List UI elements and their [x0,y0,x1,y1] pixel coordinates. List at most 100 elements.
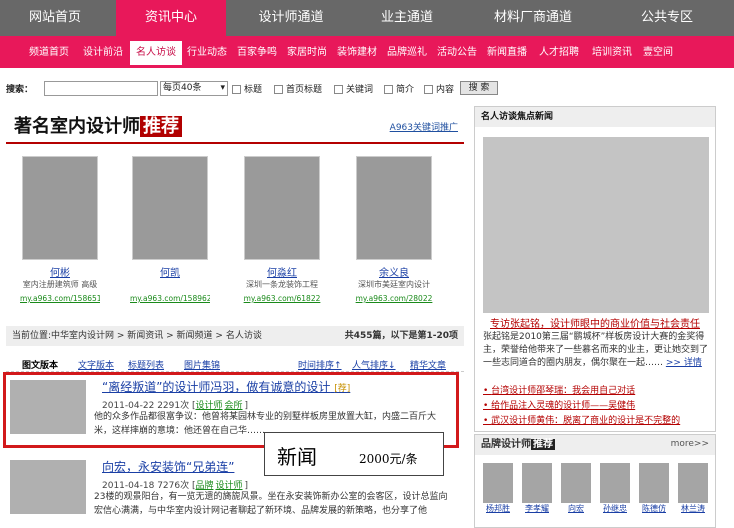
topnav-supplier[interactable]: 材料厂商通道 [468,0,598,36]
price-callout: 新闻 2000元/条 [264,432,444,476]
sub-navigation: 频道首页 设计前沿 名人访谈 行业动态 百家争鸣 家居时尚 装饰建材 品牌巡礼 … [0,36,734,68]
designer-name[interactable]: 何彬 [20,264,100,279]
designer-name[interactable]: 何淼红 [242,264,322,279]
opt-keyword-label: 关键词 [346,85,374,95]
subnav-one-space[interactable]: 壹空间 [638,44,678,62]
article-thumbnail[interactable] [10,460,86,514]
designer-card[interactable]: 余义良 深圳市美廷室内设计 my.a963.com/28022 [354,152,434,312]
designer-photo[interactable] [244,156,320,260]
designer-name[interactable]: 余义良 [354,264,434,279]
focus-link-text[interactable]: 台湾设计师邵琴瑞：我会用自己对话 [491,386,635,396]
brand-designer[interactable]: 向宏 [561,463,591,514]
designer-url[interactable]: my.a963.com/158651 [20,294,100,303]
tab-gallery[interactable]: 图片集锦 [184,358,220,371]
opt-summary-label: 简介 [396,85,415,95]
focus-title[interactable]: 专访张起铭，设计师眼中的商业价值与社会责任 [475,315,715,330]
subnav-recruit[interactable]: 人才招聘 [532,44,586,62]
article-title[interactable]: 向宏，永安装饰“兄弟连” [102,458,234,475]
focus-link[interactable]: • 武汉设计师黄伟：脱离了商业的设计是不完整的 [483,413,680,426]
focus-image[interactable] [483,137,709,313]
opt-home-title-label: 首页标题 [286,85,323,95]
subnav-design-frontier[interactable]: 设计前沿 [78,44,128,62]
opt-content-label: 内容 [436,85,455,95]
subnav-channel-home[interactable]: 频道首页 [24,44,74,62]
brand-designers-panel: 品牌设计师 推荐 more>> 杨邦胜 李孝耀 向宏 孙继忠 陈德仿 林兰涛 [474,434,716,528]
focus-header: 名人访谈焦点新闻 [475,107,715,127]
opt-title-label: 标题 [244,85,263,95]
brand-designer[interactable]: 李孝耀 [522,463,552,514]
featured-articles[interactable]: 精华文章 [410,358,446,371]
chevron-down-icon: ▾ [220,83,225,93]
designer-url[interactable]: my.a963.com/61822 [242,294,322,303]
designer-url[interactable]: my.a963.com/158962 [130,294,210,303]
brand-designer[interactable]: 陈德仿 [639,463,669,514]
breadcrumb[interactable]: 当前位置:中华室内设计网 > 新闻资讯 > 新闻频道 > 名人访谈 [12,326,262,346]
subnav-materials[interactable]: 装饰建材 [332,44,382,62]
avatar[interactable] [483,463,513,503]
brand-designer-name[interactable]: 杨邦胜 [483,503,513,514]
focus-link-text[interactable]: 给作品注入灵魂的设计师——吴健伟 [491,401,635,411]
brand-designer-name[interactable]: 向宏 [561,503,591,514]
focus-link[interactable]: • 台湾设计师邵琴瑞：我会用自己对话 [483,383,635,396]
tab-image-text[interactable]: 图文版本 [22,358,58,371]
search-button[interactable]: 搜 索 [460,81,498,95]
designer-url[interactable]: my.a963.com/28022 [354,294,434,303]
designer-card[interactable]: 何彬 室内注册建筑师 高级 my.a963.com/158651 [20,152,100,312]
brand-designer-name[interactable]: 孙继忠 [600,503,630,514]
designer-photo[interactable] [22,156,98,260]
designer-photo[interactable] [132,156,208,260]
more-link[interactable]: more>> [671,439,709,449]
brand-designer-name[interactable]: 李孝耀 [522,503,552,514]
topnav-news-center[interactable]: 资讯中心 [116,0,226,36]
focus-news-panel: 名人访谈焦点新闻 专访张起铭，设计师眼中的商业价值与社会责任 张起铭是2010第… [474,106,716,432]
topnav-designer[interactable]: 设计师通道 [236,0,346,36]
sort-time[interactable]: 时间排序↑ [298,358,342,371]
subnav-news-live[interactable]: 新闻直播 [482,44,532,62]
designer-photo[interactable] [356,156,432,260]
subnav-training[interactable]: 培训资讯 [586,44,638,62]
brand-designer[interactable]: 孙继忠 [600,463,630,514]
designer-card[interactable]: 何凯 my.a963.com/158962 [130,152,210,312]
focus-link-text[interactable]: 武汉设计师黄伟：脱离了商业的设计是不完整的 [491,416,680,426]
topnav-owner[interactable]: 业主通道 [352,0,462,36]
avatar[interactable] [561,463,591,503]
designer-desc: 深圳市美廷室内设计 [358,280,430,289]
avatar[interactable] [522,463,552,503]
sort-popularity[interactable]: 人气排序↓ [352,358,396,371]
focus-link[interactable]: • 给作品注入灵魂的设计师——吴健伟 [483,398,635,411]
search-input[interactable] [44,81,158,96]
brand-designer[interactable]: 杨邦胜 [483,463,513,514]
focus-more-link[interactable]: >> 详情 [666,358,702,368]
topnav-public[interactable]: 公共专区 [612,0,722,36]
subnav-home-fashion[interactable]: 家居时尚 [282,44,332,62]
checkbox-home-title[interactable] [274,85,283,94]
checkbox-keyword[interactable] [334,85,343,94]
brand-designer-name[interactable]: 陈德仿 [639,503,669,514]
article-excerpt: 23楼的观景阳台，有一览无遗的旖旎风景。坐在永安装饰新办公室的会客区，设计总监向… [94,492,448,516]
promo-link[interactable]: A963关键词推广 [390,120,458,133]
brand-header-highlight: 推荐 [531,439,555,450]
checkbox-content[interactable] [424,85,433,94]
brand-designer[interactable]: 林兰涛 [678,463,708,514]
subnav-brand-tour[interactable]: 品牌巡礼 [382,44,432,62]
subnav-debate[interactable]: 百家争鸣 [232,44,282,62]
avatar[interactable] [639,463,669,503]
tab-text[interactable]: 文字版本 [78,358,114,371]
callout-price: 2000元/条 [359,452,418,466]
designer-card[interactable]: 何淼红 深圳一条龙装饰工程 my.a963.com/61822 [242,152,322,312]
subnav-events[interactable]: 活动公告 [432,44,482,62]
checkbox-title[interactable] [232,85,241,94]
checkbox-summary[interactable] [384,85,393,94]
topnav-home[interactable]: 网站首页 [0,0,110,36]
subnav-industry[interactable]: 行业动态 [182,44,232,62]
section-title-text: 著名室内设计师 [14,116,140,137]
tab-title-list[interactable]: 标题列表 [128,358,164,371]
designer-name[interactable]: 何凯 [130,264,210,279]
brand-designer-name[interactable]: 林兰涛 [678,503,708,514]
perpage-select[interactable]: 每页40条 ▾ [160,81,228,96]
brand-header-text: 品牌设计师 [481,439,531,450]
avatar[interactable] [678,463,708,503]
search-label: 搜索： [6,85,34,95]
avatar[interactable] [600,463,630,503]
subnav-interviews[interactable]: 名人访谈 [130,41,182,65]
